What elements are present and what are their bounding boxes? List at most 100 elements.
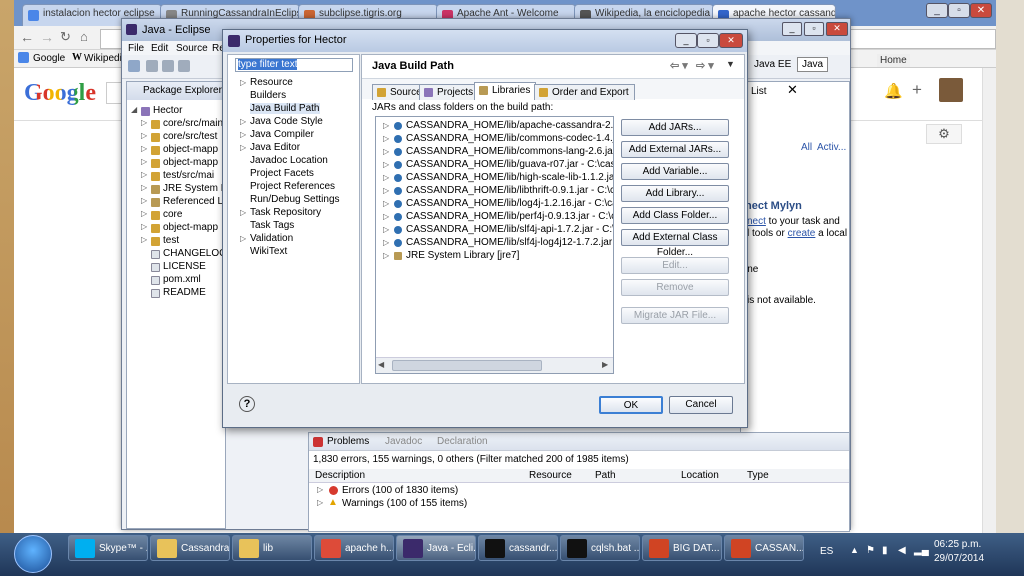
network-icon[interactable]: ▮: [882, 545, 888, 556]
maximize-icon[interactable]: ▫: [948, 3, 970, 18]
expand-arrow-icon[interactable]: ▷: [141, 209, 147, 218]
add-class-folder-button[interactable]: Add Class Folder...: [621, 207, 729, 224]
table-row[interactable]: ▷ ▲ Warnings (100 of 155 items): [309, 497, 849, 510]
tab-projects[interactable]: Projects: [419, 84, 480, 100]
taskbar-item[interactable]: Java - Ecli...: [396, 535, 476, 561]
tree-item[interactable]: ▷ JRE System Li: [127, 183, 225, 196]
all-link[interactable]: All: [801, 142, 812, 153]
expand-arrow-icon[interactable]: ▷: [383, 134, 389, 143]
nav-item-project-references[interactable]: Project References: [250, 181, 335, 192]
bookmark-wikipedia[interactable]: Wikipedi: [84, 53, 122, 64]
expand-arrow-icon[interactable]: ▷: [141, 157, 147, 166]
tree-item[interactable]: ▷ test: [127, 235, 225, 248]
clock-date[interactable]: 29/07/2014: [934, 553, 984, 564]
taskbar-item[interactable]: cqlsh.bat ...: [560, 535, 640, 561]
expand-arrow-icon[interactable]: ▷: [240, 117, 246, 126]
edit-button[interactable]: Edit...: [621, 257, 729, 274]
tree-item[interactable]: ▷ object-mapp: [127, 222, 225, 235]
clock-time[interactable]: 06:25 p.m.: [934, 539, 981, 550]
tree-item[interactable]: ▷ object-mapp: [127, 157, 225, 170]
save-all-icon[interactable]: [162, 60, 174, 72]
expand-arrow-icon[interactable]: ▷: [383, 121, 389, 130]
tab-declaration[interactable]: Declaration: [437, 436, 488, 447]
column-description[interactable]: Description: [315, 470, 365, 481]
expand-arrow-icon[interactable]: ▷: [240, 78, 246, 87]
expand-arrow-icon[interactable]: ▷: [383, 160, 389, 169]
tree-item[interactable]: README: [127, 287, 225, 300]
tree-item[interactable]: ▷ test/src/mai: [127, 170, 225, 183]
tree-item[interactable]: ▷ object-mapp: [127, 144, 225, 157]
home-link[interactable]: Home: [877, 54, 910, 67]
windows-start-button[interactable]: [14, 535, 52, 573]
connect-link[interactable]: nect: [747, 216, 766, 227]
view-menu-icon[interactable]: ▼: [726, 59, 735, 69]
expand-arrow-icon[interactable]: ▷: [383, 147, 389, 156]
list-item[interactable]: ▷ CASSANDRA_HOME/lib/guava-r07.jar - C:\c…: [376, 159, 613, 172]
reload-icon[interactable]: ↻: [60, 29, 71, 45]
nav-item-java-code-style[interactable]: Java Code Style: [250, 116, 323, 127]
add-external-class-folder-button[interactable]: Add External Class Folder...: [621, 229, 729, 258]
expand-arrow-icon[interactable]: ▷: [383, 173, 389, 182]
minimize-icon[interactable]: _: [675, 33, 697, 48]
scroll-left-icon[interactable]: ◀: [378, 360, 384, 369]
tree-item[interactable]: ▷ Referenced Li: [127, 196, 225, 209]
perspective-java[interactable]: Java: [797, 57, 829, 72]
avatar[interactable]: [939, 78, 963, 102]
taskbar-item[interactable]: Cassandra: [150, 535, 230, 561]
list-item[interactable]: ▷ CASSANDRA_HOME/lib/commons-codec-1.4.ja…: [376, 133, 613, 146]
list-item[interactable]: ▷ JRE System Library [jre7]: [376, 250, 613, 263]
tab-libraries[interactable]: Libraries: [474, 82, 537, 100]
scroll-right-icon[interactable]: ▶: [602, 360, 608, 369]
tree-item[interactable]: ▷ core: [127, 209, 225, 222]
add-jars-button[interactable]: Add JARs...: [621, 119, 729, 136]
column-location[interactable]: Location: [681, 470, 719, 481]
expand-arrow-icon[interactable]: ▷: [141, 118, 147, 127]
menu-edit[interactable]: Edit: [151, 43, 168, 54]
activate-link[interactable]: Activ...: [817, 142, 846, 153]
task-list-tab[interactable]: List: [751, 86, 767, 97]
taskbar-item[interactable]: CASSAN...: [724, 535, 804, 561]
column-path[interactable]: Path: [595, 470, 616, 481]
migrate-jar-file-button[interactable]: Migrate JAR File...: [621, 307, 729, 324]
perspective-java-ee[interactable]: Java EE: [754, 59, 791, 70]
maximize-icon[interactable]: ▫: [697, 33, 719, 48]
close-icon[interactable]: ✕: [826, 22, 848, 36]
tab-order-and-export[interactable]: Order and Export: [534, 84, 635, 100]
create-link[interactable]: create: [788, 228, 816, 239]
tree-item[interactable]: ◢ Hector: [127, 105, 225, 118]
expand-arrow-icon[interactable]: ▷: [383, 238, 389, 247]
cancel-button[interactable]: Cancel: [669, 396, 733, 414]
nav-item-wikitext[interactable]: WikiText: [250, 246, 287, 257]
language-indicator[interactable]: ES: [820, 546, 833, 557]
list-item[interactable]: ▷ CASSANDRA_HOME/lib/log4j-1.2.16.jar - C…: [376, 198, 613, 211]
table-row[interactable]: ▷ Errors (100 of 1830 items): [309, 485, 849, 497]
nav-item-run-debug-settings[interactable]: Run/Debug Settings: [250, 194, 340, 205]
minimize-icon[interactable]: _: [782, 22, 802, 36]
add-variable-button[interactable]: Add Variable...: [621, 163, 729, 180]
add-icon[interactable]: +: [912, 80, 922, 100]
expand-arrow-icon[interactable]: ▷: [383, 251, 389, 260]
tree-item[interactable]: LICENSE: [127, 261, 225, 274]
nav-item-project-facets[interactable]: Project Facets: [250, 168, 314, 179]
tree-item[interactable]: ▷ core/src/main: [127, 118, 225, 131]
bookmark-google[interactable]: Google: [33, 53, 65, 64]
expand-arrow-icon[interactable]: ▷: [141, 183, 147, 192]
scroll-thumb[interactable]: [392, 360, 542, 371]
expand-arrow-icon[interactable]: ▷: [141, 144, 147, 153]
maximize-icon[interactable]: ▫: [804, 22, 824, 36]
nav-item-java-compiler[interactable]: Java Compiler: [250, 129, 314, 140]
remove-button[interactable]: Remove: [621, 279, 729, 296]
save-icon[interactable]: [146, 60, 158, 72]
nav-item-builders[interactable]: Builders: [250, 90, 286, 101]
back-icon[interactable]: ←: [20, 29, 34, 45]
expand-arrow-icon[interactable]: ▷: [317, 485, 323, 494]
list-item[interactable]: ▷ CASSANDRA_HOME/lib/commons-lang-2.6.jar…: [376, 146, 613, 159]
signal-icon[interactable]: ▂▄: [914, 545, 929, 556]
tree-item[interactable]: CHANGELOG: [127, 248, 225, 261]
menu-source[interactable]: Source: [176, 43, 208, 54]
taskbar-item[interactable]: cassandr...: [478, 535, 558, 561]
taskbar-item[interactable]: lib: [232, 535, 312, 561]
taskbar-item[interactable]: apache h...: [314, 535, 394, 561]
nav-item-javadoc-location[interactable]: Javadoc Location: [250, 155, 328, 166]
expand-arrow-icon[interactable]: ▷: [240, 130, 246, 139]
